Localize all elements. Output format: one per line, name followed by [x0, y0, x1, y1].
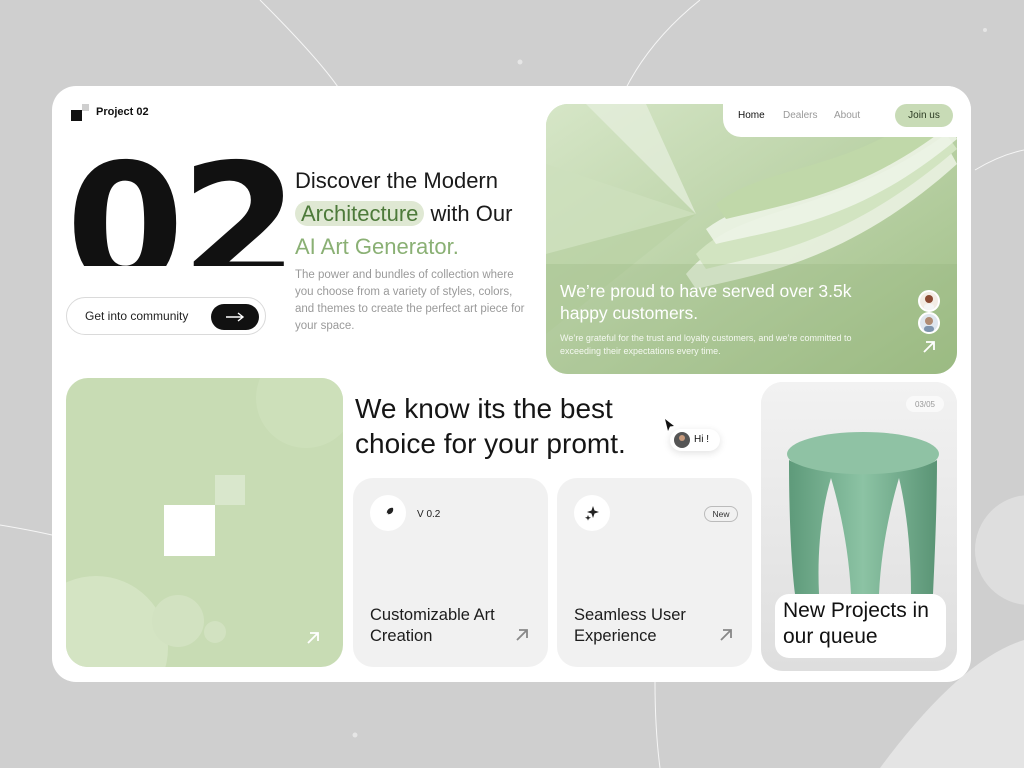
nav-about[interactable]: About: [834, 110, 860, 121]
slide-counter: 03/05: [906, 396, 944, 412]
projects-card[interactable]: 03/05 New Projects in our queue: [761, 382, 957, 671]
nav-home[interactable]: Home: [738, 110, 765, 121]
headline-modern: Modern: [423, 168, 498, 193]
section-heading: We know its the best choice for your pro…: [355, 393, 626, 459]
headline-green: AI Art Generator.: [295, 234, 459, 259]
arrow-up-right-icon[interactable]: [922, 340, 936, 354]
hero-image: We’re proud to have served over 3.5k hap…: [546, 104, 957, 374]
customer-avatar: [918, 312, 940, 334]
community-cta-button[interactable]: Get into community: [66, 297, 266, 335]
sparkle-icon: [574, 495, 610, 531]
version-label: V 0.2: [417, 509, 441, 520]
headline-text-2: with Our: [424, 201, 513, 226]
headline-highlight: Architecture: [295, 201, 425, 226]
brand-tile: [66, 378, 343, 667]
new-badge: New: [704, 506, 738, 522]
hero-headline: Discover the Modern Architecture with Ou…: [295, 164, 545, 263]
banner-title: We’re proud to have served over 3.5k hap…: [560, 281, 852, 323]
headline-text: Discover the: [295, 168, 424, 193]
projects-label-box: New Projects in our queue: [775, 594, 946, 658]
hero-description: The power and bundles of collection wher…: [295, 269, 525, 332]
projects-label: New Projects in our queue: [783, 599, 929, 648]
hero-number: 02: [66, 142, 295, 266]
arrow-up-right-icon[interactable]: [929, 644, 941, 656]
logo-icon: [71, 104, 91, 124]
arrow-up-right-icon[interactable]: [515, 628, 529, 642]
feature-card-customizable[interactable]: V 0.2 Customizable Art Creation: [353, 478, 548, 667]
brand-name: Project 02: [96, 106, 149, 118]
join-us-button[interactable]: Join us: [895, 104, 953, 127]
avatar: [674, 432, 690, 448]
feather-icon: [370, 495, 406, 531]
arrow-up-right-icon[interactable]: [719, 628, 733, 642]
main-card: Project 02 02 Discover the Modern Archit…: [52, 86, 971, 682]
nav-dealers[interactable]: Dealers: [783, 110, 817, 121]
cta-label: Get into community: [85, 309, 189, 323]
feature-title: Customizable Art Creation: [370, 606, 495, 645]
arrow-right-icon[interactable]: [211, 304, 259, 330]
customer-avatar: [918, 290, 940, 312]
tile-decoration: [66, 378, 343, 667]
chat-bubble-text: Hi !: [694, 434, 709, 445]
feature-card-seamless[interactable]: New Seamless User Experience: [557, 478, 752, 667]
banner-subtitle: We’re grateful for the trust and loyalty…: [560, 333, 852, 356]
feature-title: Seamless User Experience: [574, 606, 686, 645]
arrow-up-right-icon[interactable]: [306, 631, 320, 645]
chat-bubble: Hi !: [670, 429, 720, 451]
